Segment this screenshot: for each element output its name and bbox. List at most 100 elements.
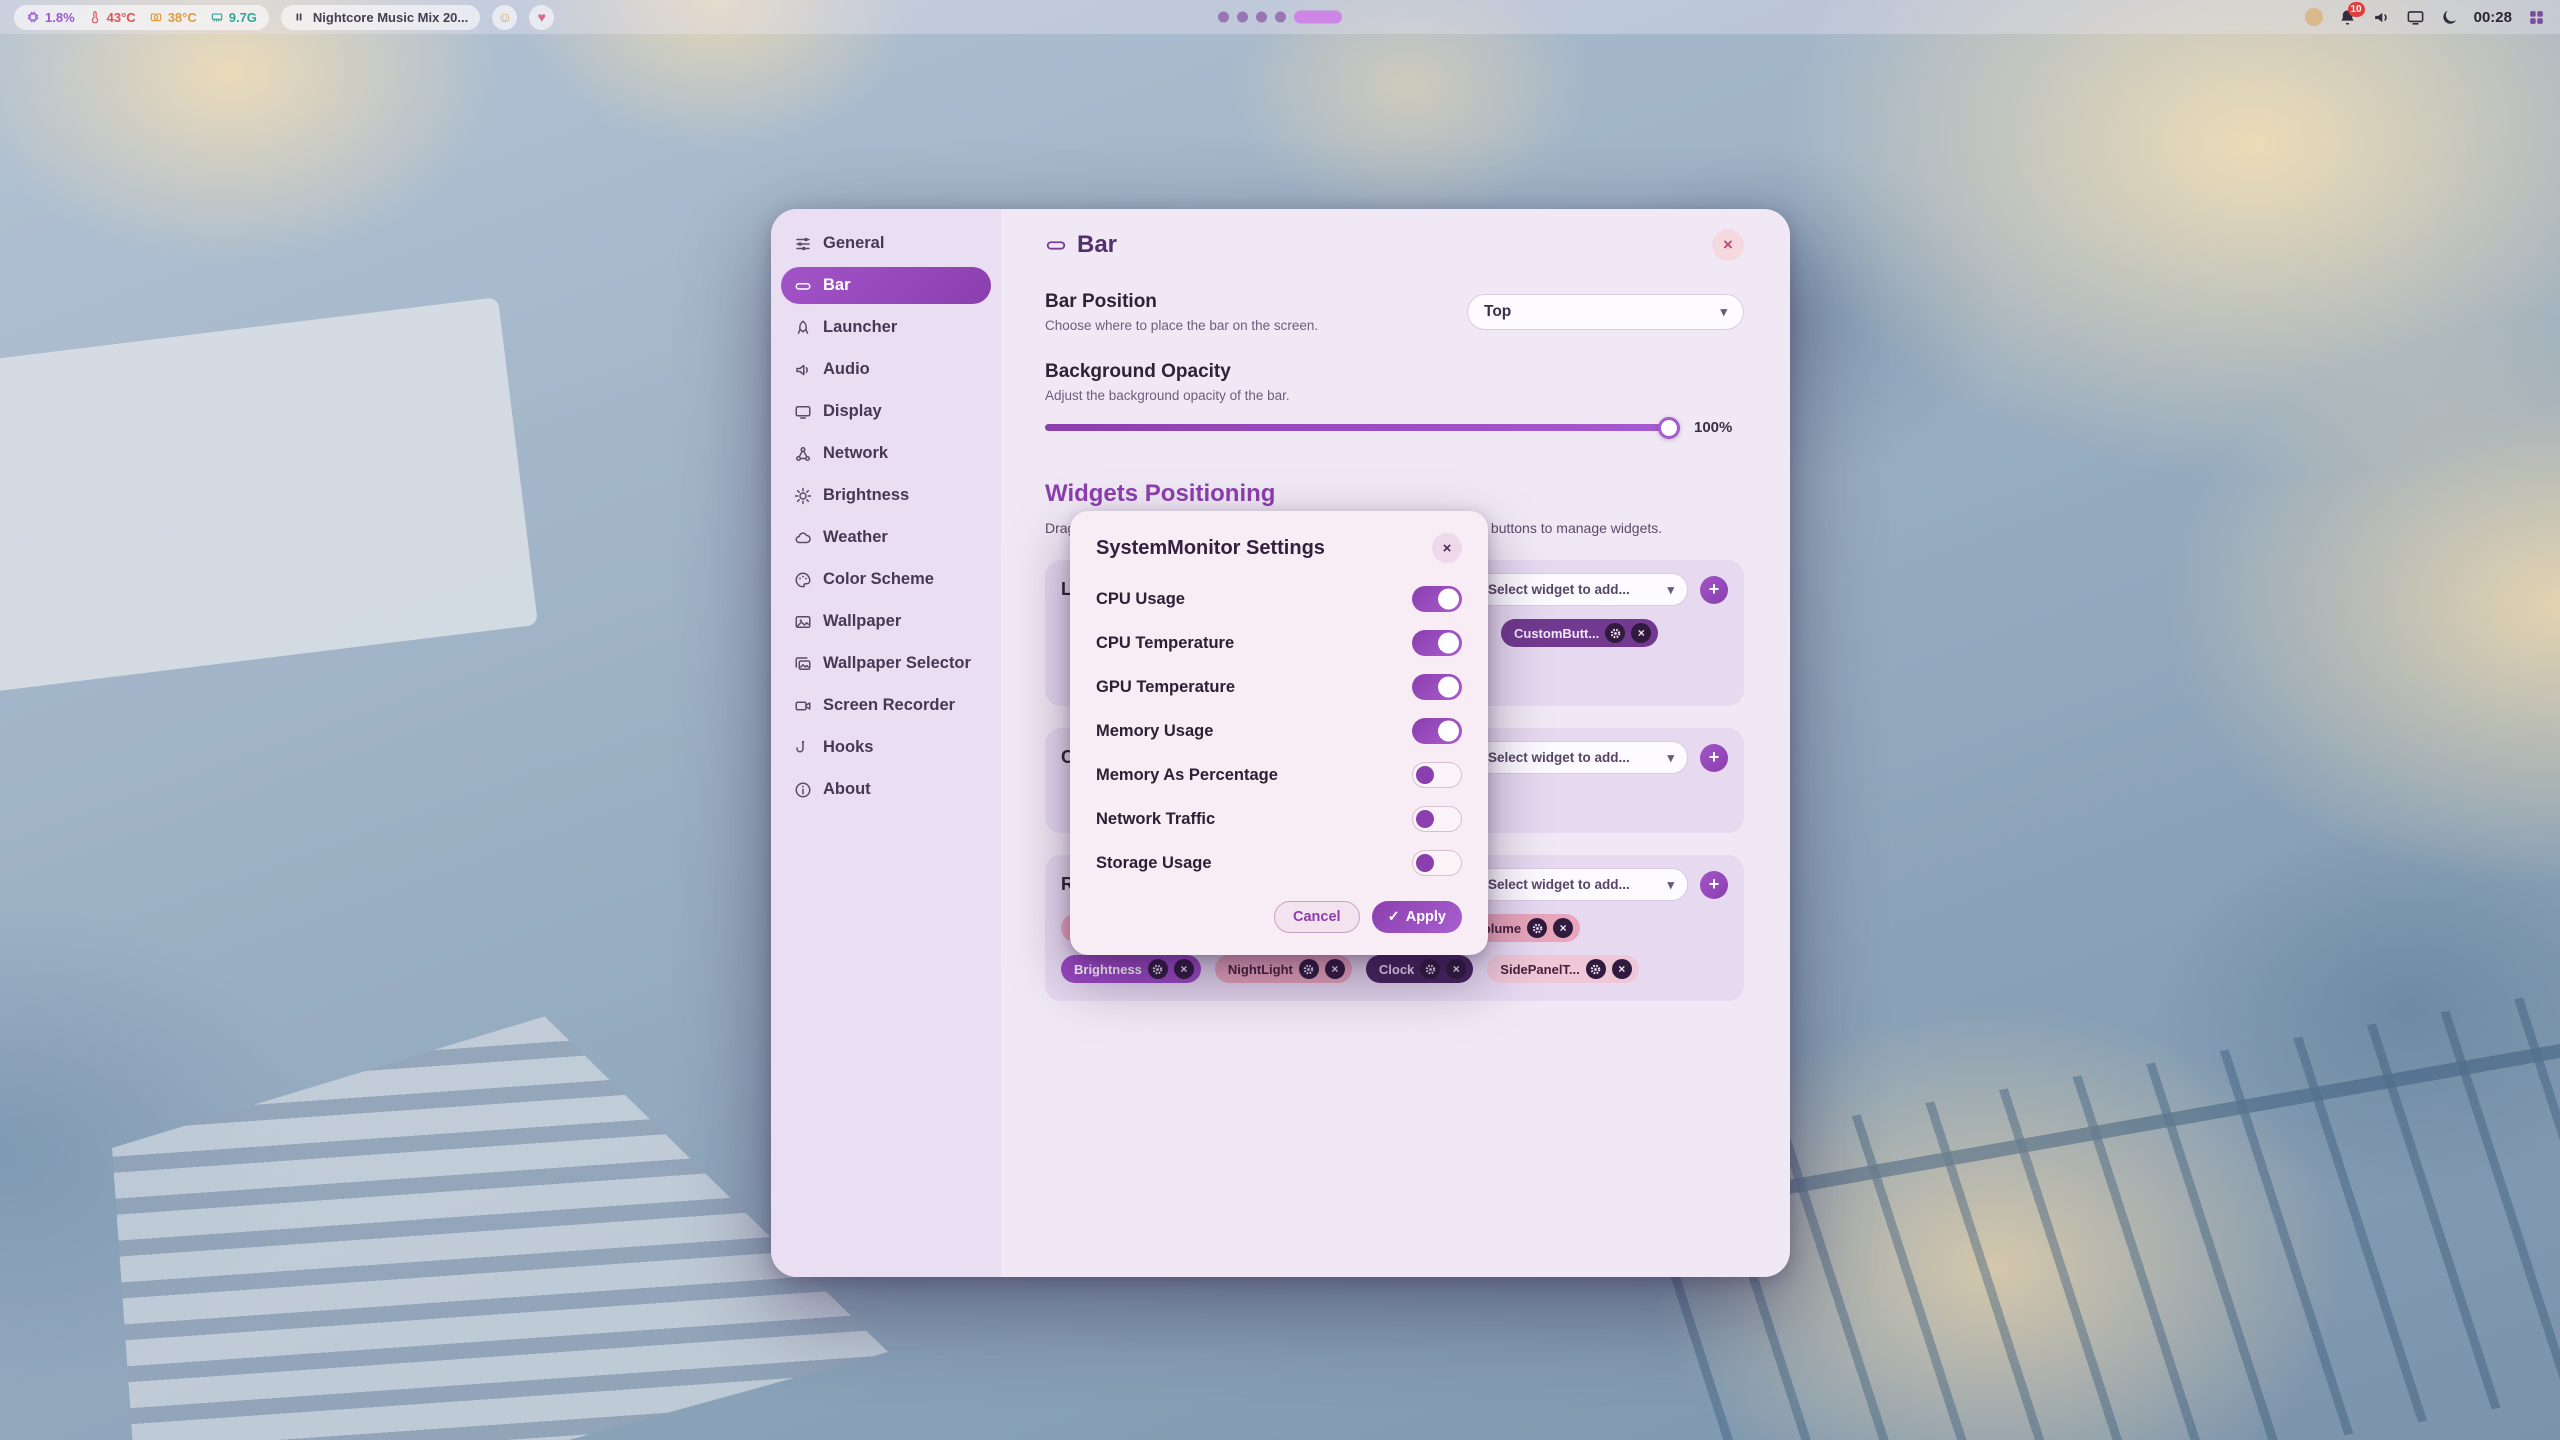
group-right-add-button[interactable]: + xyxy=(1700,871,1728,899)
opacity-slider[interactable] xyxy=(1045,424,1678,431)
tray-app-icon[interactable] xyxy=(2305,8,2323,26)
night-light-button[interactable] xyxy=(2440,8,2459,27)
sidebar-item-hooks[interactable]: Hooks xyxy=(781,729,991,766)
chip-settings-button[interactable] xyxy=(1527,918,1547,938)
bar-position-dropdown[interactable]: Top ▾ xyxy=(1467,294,1744,330)
toggle-label: CPU Usage xyxy=(1096,590,1185,609)
check-icon: ✓ xyxy=(1388,909,1400,925)
dialog-close-button[interactable]: × xyxy=(1432,533,1462,563)
group-right-add-dropdown[interactable]: Select widget to add... ▾ xyxy=(1474,868,1688,901)
widget-chip-custombutton[interactable]: CustomButt... × xyxy=(1501,619,1658,647)
toggle-label: CPU Temperature xyxy=(1096,634,1234,653)
gpu-temperature-toggle[interactable] xyxy=(1412,674,1462,700)
systemmonitor-settings-dialog: SystemMonitor Settings × CPU Usage CPU T… xyxy=(1070,511,1488,955)
chip-settings-button[interactable] xyxy=(1605,623,1625,643)
chip-remove-button[interactable]: × xyxy=(1174,959,1194,979)
memory-usage-toggle[interactable] xyxy=(1412,718,1462,744)
sidebar-item-bar[interactable]: Bar xyxy=(781,267,991,304)
chip-label: CustomButt... xyxy=(1514,626,1599,641)
chip-settings-button[interactable] xyxy=(1420,959,1440,979)
sidebar-item-label: General xyxy=(823,234,884,253)
cpu-usage-toggle[interactable] xyxy=(1412,586,1462,612)
gpu-temp-value: 38°C xyxy=(168,10,197,25)
notifications-button[interactable]: 10 xyxy=(2338,8,2357,27)
bar-position-value: Top xyxy=(1484,303,1511,321)
sidebar-item-display[interactable]: Display xyxy=(781,393,991,430)
volume-button[interactable] xyxy=(2372,8,2391,27)
workspace-indicator xyxy=(1218,11,1342,24)
toggle-label: Storage Usage xyxy=(1096,854,1212,873)
media-player-widget[interactable]: Nightcore Music Mix 20... xyxy=(281,5,480,30)
toggle-row-gpu-temperature: GPU Temperature xyxy=(1096,665,1462,709)
cpu-temperature-toggle[interactable] xyxy=(1412,630,1462,656)
chip-remove-button[interactable]: × xyxy=(1553,918,1573,938)
opacity-slider-handle[interactable] xyxy=(1658,417,1680,439)
sun-icon xyxy=(794,487,812,505)
bar-position-description: Choose where to place the bar on the scr… xyxy=(1045,318,1318,333)
hook-icon xyxy=(794,739,812,757)
widgets-positioning-title: Widgets Positioning xyxy=(1045,480,1744,508)
workspace-dot-3[interactable] xyxy=(1256,12,1267,23)
app-launcher-button[interactable] xyxy=(2527,8,2546,27)
sidebar-item-screen-recorder[interactable]: Screen Recorder xyxy=(781,687,991,724)
sidebar-item-label: Display xyxy=(823,402,882,421)
sidebar-item-general[interactable]: General xyxy=(781,225,991,262)
workspace-dot-4[interactable] xyxy=(1275,12,1286,23)
apply-button[interactable]: ✓ Apply xyxy=(1372,901,1462,933)
group-center-add-button[interactable]: + xyxy=(1700,744,1728,772)
chip-remove-button[interactable]: × xyxy=(1631,623,1651,643)
sidebar-item-launcher[interactable]: Launcher xyxy=(781,309,991,346)
memory-as-percentage-toggle[interactable] xyxy=(1412,762,1462,788)
workspace-dot-1[interactable] xyxy=(1218,12,1229,23)
group-center-add-dropdown[interactable]: Select widget to add... ▾ xyxy=(1474,741,1688,774)
clock[interactable]: 00:28 xyxy=(2474,9,2512,26)
close-icon: × xyxy=(1638,626,1645,640)
apply-label: Apply xyxy=(1406,909,1446,925)
chip-settings-button[interactable] xyxy=(1586,959,1606,979)
sidebar-item-brightness[interactable]: Brightness xyxy=(781,477,991,514)
window-close-button[interactable]: × xyxy=(1712,229,1744,261)
widget-chip-sidepanel[interactable]: SidePanelT... × xyxy=(1487,955,1638,983)
widget-chip-clock[interactable]: Clock × xyxy=(1366,955,1473,983)
sidebar-item-wallpaper-selector[interactable]: Wallpaper Selector xyxy=(781,645,991,682)
toggle-row-storage-usage: Storage Usage xyxy=(1096,841,1462,885)
images-icon xyxy=(794,655,812,673)
gpu-icon xyxy=(149,10,163,24)
sidebar-item-color-scheme[interactable]: Color Scheme xyxy=(781,561,991,598)
chip-remove-button[interactable]: × xyxy=(1446,959,1466,979)
close-icon: × xyxy=(1331,962,1338,976)
sidebar-item-weather[interactable]: Weather xyxy=(781,519,991,556)
chip-remove-button[interactable]: × xyxy=(1325,959,1345,979)
favorite-button[interactable]: ♥ xyxy=(529,5,554,30)
sidebar-item-label: Screen Recorder xyxy=(823,696,955,715)
system-stats-widget[interactable]: 1.8% 43°C 38°C 9.7G xyxy=(14,5,269,30)
page-title: Bar xyxy=(1077,231,1117,259)
group-left-add-button[interactable]: + xyxy=(1700,576,1728,604)
chip-remove-button[interactable]: × xyxy=(1612,959,1632,979)
emoji-button[interactable]: ☺ xyxy=(492,5,517,30)
cpu-usage-stat: 1.8% xyxy=(26,10,75,25)
screencast-button[interactable] xyxy=(2406,8,2425,27)
workspace-active-pill[interactable] xyxy=(1294,11,1342,24)
bar-position-row: Bar Position Choose where to place the b… xyxy=(1045,291,1744,333)
chip-settings-button[interactable] xyxy=(1148,959,1168,979)
thermometer-icon xyxy=(88,10,102,24)
sidebar-item-network[interactable]: Network xyxy=(781,435,991,472)
sidebar-item-audio[interactable]: Audio xyxy=(781,351,991,388)
network-traffic-toggle[interactable] xyxy=(1412,806,1462,832)
add-widget-placeholder: Select widget to add... xyxy=(1488,582,1630,597)
plus-icon: + xyxy=(1709,579,1720,600)
cancel-button[interactable]: Cancel xyxy=(1274,901,1360,933)
widget-chip-brightness[interactable]: Brightness × xyxy=(1061,955,1201,983)
storage-usage-toggle[interactable] xyxy=(1412,850,1462,876)
chip-settings-button[interactable] xyxy=(1299,959,1319,979)
group-left-add-dropdown[interactable]: Select widget to add... ▾ xyxy=(1474,573,1688,606)
sidebar-item-label: Bar xyxy=(823,276,851,295)
notification-badge: 10 xyxy=(2348,2,2365,17)
toggle-label: GPU Temperature xyxy=(1096,678,1235,697)
sidebar-item-about[interactable]: About xyxy=(781,771,991,808)
widget-chip-nightlight[interactable]: NightLight × xyxy=(1215,955,1352,983)
workspace-dot-2[interactable] xyxy=(1237,12,1248,23)
close-icon: × xyxy=(1180,962,1187,976)
sidebar-item-wallpaper[interactable]: Wallpaper xyxy=(781,603,991,640)
